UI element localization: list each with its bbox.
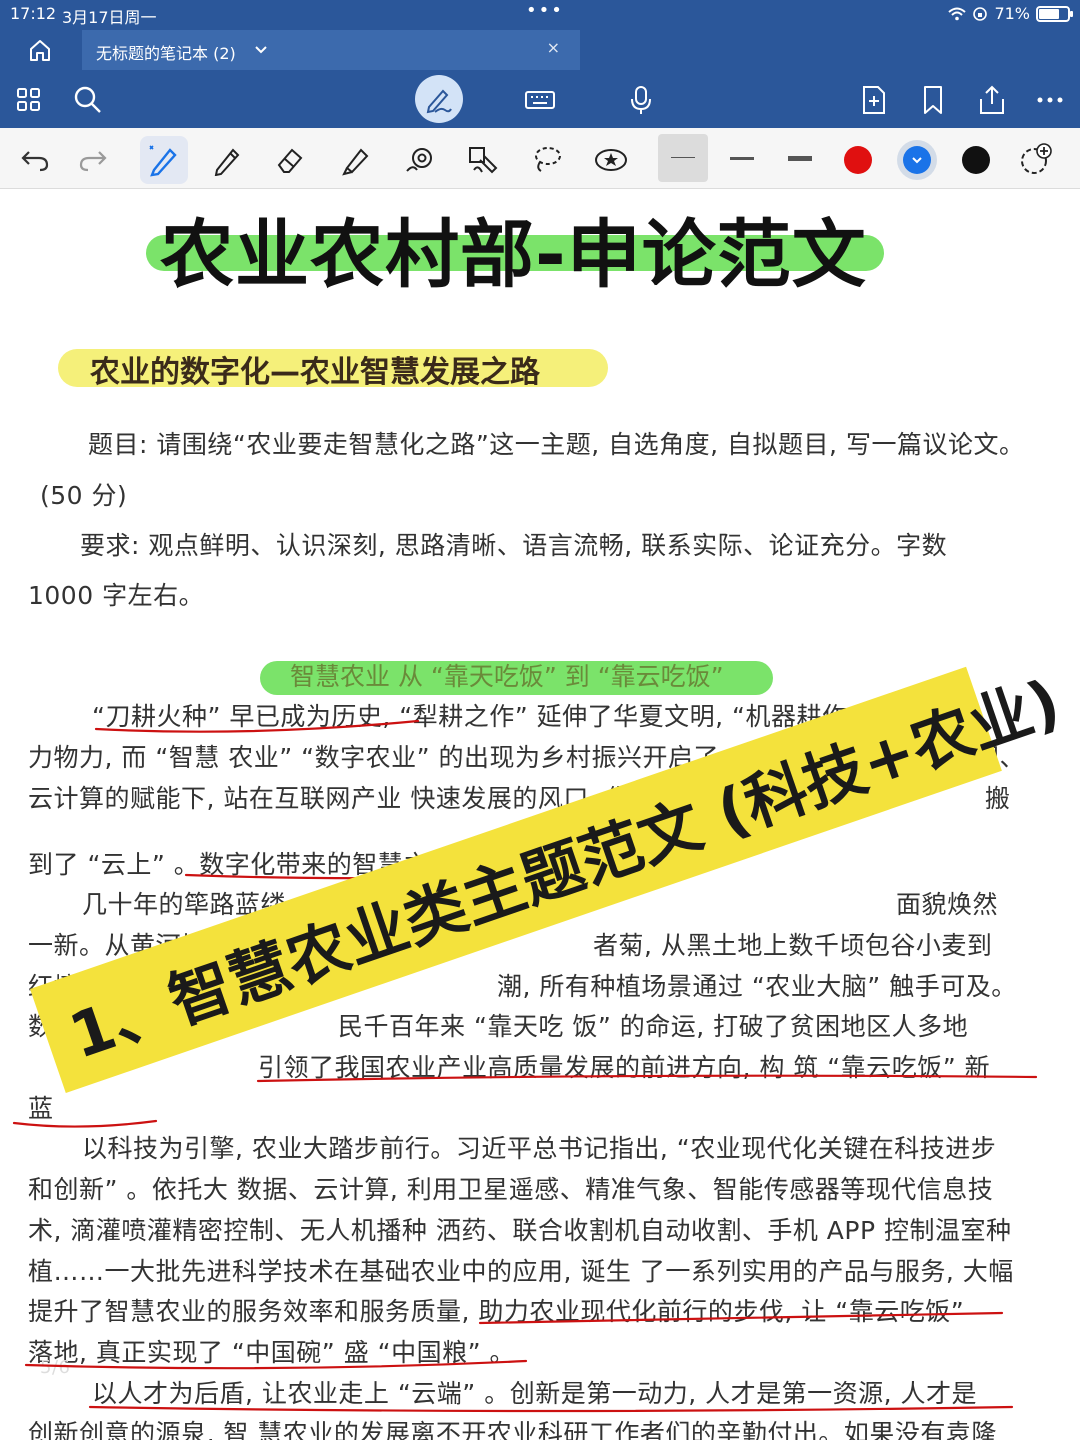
- tab-notebook[interactable]: 无标题的笔记本 (2) ×: [82, 30, 580, 70]
- home-icon: [30, 40, 50, 61]
- highlighter-icon: [342, 148, 369, 176]
- lasso-select-tool[interactable]: [527, 140, 567, 180]
- chevron-down-icon[interactable]: [254, 38, 268, 62]
- ink-underline: [256, 1074, 1038, 1083]
- pen-draw-icon: [426, 89, 452, 114]
- stroke-medium-button[interactable]: [722, 134, 762, 182]
- ink-underline: [184, 869, 652, 880]
- grid-icon: [17, 88, 40, 111]
- tab-close-button[interactable]: ×: [547, 38, 560, 57]
- draw-mode-button[interactable]: [415, 75, 463, 123]
- undo-button[interactable]: [15, 140, 55, 180]
- redo-button[interactable]: [73, 140, 113, 180]
- ink-underline: [88, 1405, 1014, 1413]
- home-button[interactable]: [22, 36, 58, 64]
- more-icon: [1037, 97, 1063, 103]
- eraser-tool[interactable]: [270, 140, 310, 180]
- tab-bar: 无标题的笔记本 (2) ×: [0, 30, 1080, 70]
- share-icon: [980, 85, 1004, 114]
- color-blue-swatch[interactable]: [903, 146, 931, 174]
- battery-icon: [1036, 5, 1073, 22]
- keyboard-button[interactable]: [520, 80, 560, 120]
- search-button[interactable]: [68, 80, 108, 120]
- eraser-icon: [277, 148, 303, 173]
- battery-fill: [1039, 8, 1059, 19]
- add-page-button[interactable]: [854, 80, 894, 120]
- ink-underline: [478, 1311, 1004, 1325]
- chevron-down-icon: [912, 157, 922, 164]
- status-time: 17:12: [10, 4, 57, 23]
- pencil-icon: [214, 148, 240, 176]
- color-black-swatch[interactable]: [962, 146, 990, 174]
- bluetooth-pen-tool[interactable]: [140, 136, 188, 184]
- multitask-dots[interactable]: •••: [526, 0, 564, 21]
- ink-to-text-icon: [469, 147, 498, 174]
- status-bar: 17:12 3月17日周一 ••• 71%: [0, 0, 1080, 30]
- add-color-button[interactable]: [1015, 140, 1055, 180]
- bookmark-button[interactable]: [913, 80, 953, 120]
- undo-icon: [21, 151, 49, 172]
- ink-to-shape-icon: [406, 148, 432, 172]
- battery-percent: 71%: [994, 4, 1030, 23]
- pencil-tool[interactable]: [207, 140, 247, 180]
- ink-annotations: [12, 719, 1038, 1413]
- ink-underline: [24, 1359, 528, 1370]
- drawing-toolbar: [0, 128, 1080, 189]
- ink-underline: [12, 1119, 158, 1128]
- orientation-lock-icon: [973, 6, 988, 21]
- status-date: 3月17日周一: [62, 8, 157, 27]
- document-canvas[interactable]: 农业农村部-申论范文 农业的数字化—农业智慧发展之路 题目: 请围绕“农业要走智…: [0, 189, 1080, 1440]
- share-button[interactable]: [972, 80, 1012, 120]
- bookmark-icon: [924, 86, 942, 114]
- ink-to-shape-tool[interactable]: [400, 140, 440, 180]
- keyboard-icon: [525, 91, 555, 109]
- replay-tool[interactable]: [591, 140, 631, 180]
- dictate-button[interactable]: [621, 80, 661, 120]
- color-red-swatch[interactable]: [844, 146, 872, 174]
- stroke-thick-button[interactable]: [780, 134, 820, 182]
- color-blue-swatch-ring[interactable]: [897, 140, 937, 180]
- lasso-icon: [535, 147, 561, 172]
- main-toolbar: [0, 70, 1080, 128]
- add-page-icon: [863, 86, 885, 114]
- add-color-icon: [1021, 143, 1052, 174]
- microphone-icon: [631, 86, 651, 114]
- pages-button[interactable]: [9, 80, 49, 120]
- ink-underline: [94, 719, 420, 733]
- pen-icon: [149, 145, 177, 177]
- redo-icon: [79, 151, 107, 172]
- star-replay-icon: [595, 149, 627, 171]
- stroke-thin-button[interactable]: [658, 134, 708, 182]
- tab-title: 无标题的笔记本 (2): [96, 44, 236, 63]
- search-icon: [74, 86, 101, 113]
- more-button[interactable]: [1030, 80, 1070, 120]
- ink-to-text-tool[interactable]: [463, 140, 503, 180]
- wifi-icon: [948, 7, 967, 20]
- highlighter-tool[interactable]: [335, 140, 375, 180]
- status-right: 71%: [948, 4, 1073, 23]
